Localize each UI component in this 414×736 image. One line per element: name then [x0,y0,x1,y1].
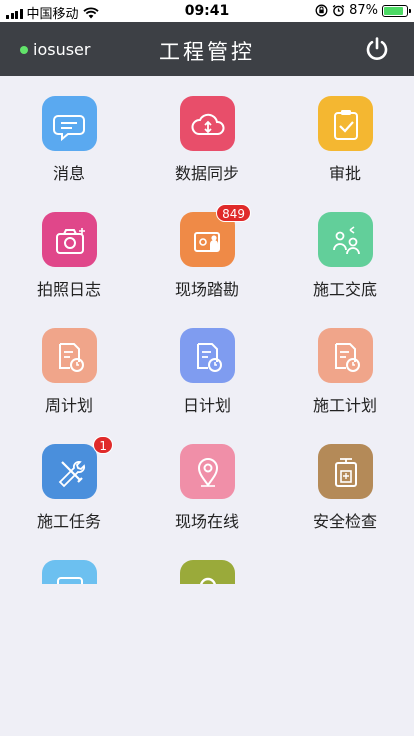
tile-label: 现场在线 [174,512,239,531]
survey-icon: 849 [180,204,251,267]
status-right: 87% [315,3,411,18]
tile-label: 消息 [52,164,85,183]
tile-label: 施工任务 [36,512,101,531]
grid-tile-message[interactable]: 消息 [0,76,138,192]
grid-tile-weekly-plan[interactable]: 周计划 [0,308,138,424]
notification-badge: 1 [93,436,113,454]
grid-tile-clipboard-check[interactable]: 审批 [276,76,414,192]
cloud-sync-icon [180,96,235,151]
grid-tile-handover[interactable]: 施工交底 [276,192,414,308]
construction-plan-icon [318,328,373,383]
message-icon [42,96,97,151]
tile-label: 数据同步 [174,164,239,183]
grid-tile-camera[interactable]: 拍照日志 [0,192,138,308]
safety-check-icon [318,444,373,499]
tile-label: 周计划 [44,396,93,415]
clipboard-check-icon [318,96,373,151]
battery-percent: 87% [349,3,378,18]
tools-icon: 1 [42,436,113,499]
alarm-icon [332,4,345,17]
battery-icon [382,4,411,17]
grid-tile-daily-plan[interactable]: 日计划 [138,308,276,424]
tile-label: 拍照日志 [36,280,101,299]
daily-plan-icon [180,328,235,383]
tile-label: 施工计划 [312,396,377,415]
camera-icon [42,212,97,267]
grid-tile-construction-plan[interactable]: 施工计划 [276,308,414,424]
grid-tile-safety-check[interactable]: 安全检查 [276,424,414,540]
status-bar: 中国移动 09:41 87% [0,0,414,22]
handover-icon [318,212,373,267]
page-title: 工程管控 [159,40,255,64]
nav-header: iosuser 工程管控 [0,22,414,76]
tile-label: 日计划 [182,396,231,415]
grid-tile-cloud-sync[interactable]: 数据同步 [138,76,276,192]
location-pin-icon [180,444,235,499]
power-icon[interactable] [364,36,390,62]
tile-label: 审批 [328,164,361,183]
grid-tile-survey[interactable]: 849 现场踏勘 [138,192,276,308]
grid-tile-location-pin[interactable]: 现场在线 [138,424,276,540]
tile-label: 现场踏勘 [174,280,239,299]
orientation-lock-icon [315,4,328,17]
tile-label: 安全检查 [312,512,377,531]
tile-label: 施工交底 [312,280,377,299]
notification-badge: 849 [216,204,251,222]
grid-tile-tools[interactable]: 1 施工任务 [0,424,138,540]
battery-fill [384,6,404,15]
weekly-plan-icon [42,328,97,383]
grid-scroll-clip [0,584,414,736]
